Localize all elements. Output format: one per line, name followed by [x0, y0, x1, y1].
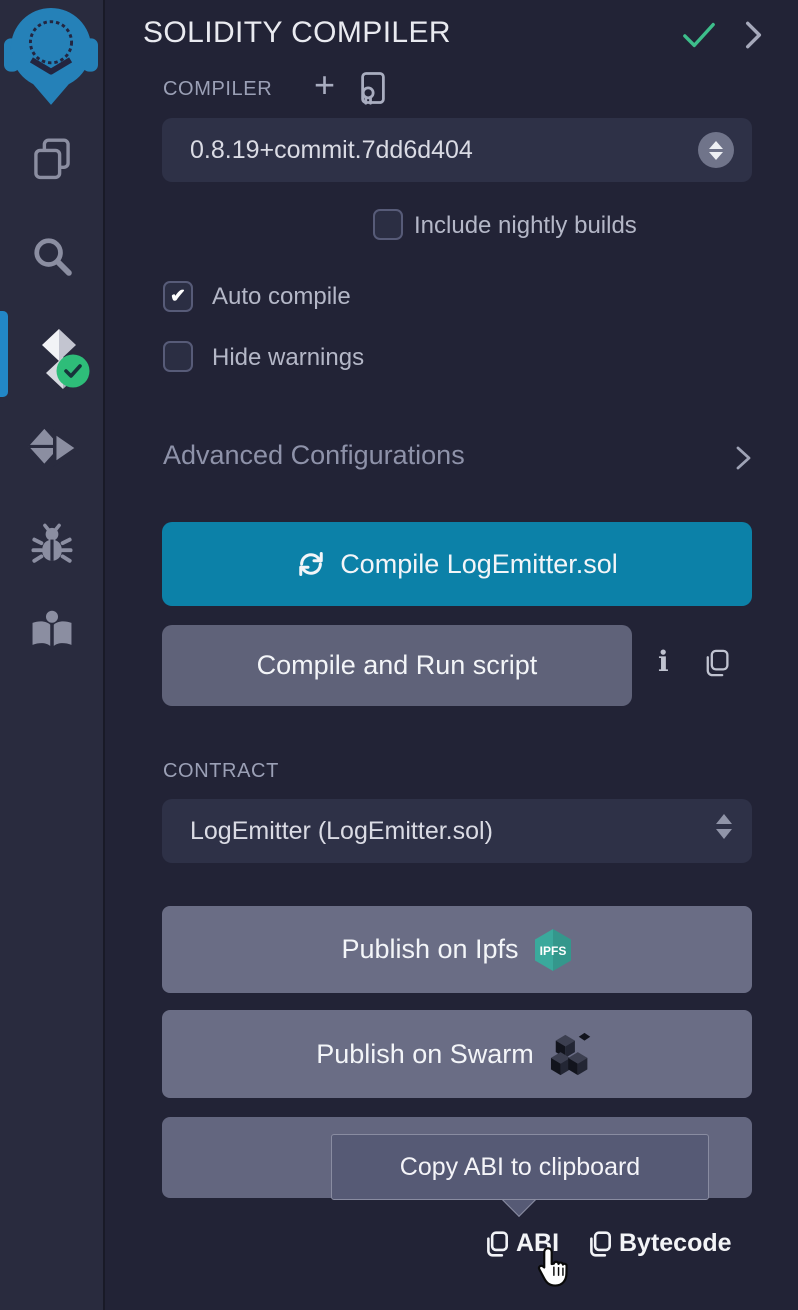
compiler-version-value: 0.8.19+commit.7dd6d404 — [190, 136, 473, 165]
copy-bytecode-button[interactable]: Bytecode — [619, 1229, 732, 1258]
copy-abi-tooltip: Copy ABI to clipboard — [331, 1134, 709, 1200]
add-compiler-icon[interactable]: + — [314, 64, 335, 106]
auto-compile-checkbox[interactable]: ✔ — [163, 281, 193, 312]
publish-ipfs-button[interactable]: Publish on Ipfs IPFS — [162, 906, 752, 993]
page-title: SOLIDITY COMPILER — [143, 16, 451, 50]
compiler-version-select[interactable]: 0.8.19+commit.7dd6d404 — [162, 118, 752, 182]
info-icon[interactable]: i — [658, 645, 669, 678]
search-icon[interactable] — [28, 232, 76, 280]
solidity-compiler-icon[interactable] — [30, 328, 94, 394]
remix-logo-icon[interactable] — [4, 2, 98, 106]
compile-and-run-button[interactable]: Compile and Run script — [162, 625, 632, 706]
publish-swarm-label: Publish on Swarm — [316, 1039, 534, 1070]
hide-warnings-label[interactable]: Hide warnings — [212, 344, 364, 372]
ipfs-badge-icon: IPFS — [533, 928, 573, 972]
license-file-icon[interactable] — [356, 70, 390, 106]
auto-compile-label[interactable]: Auto compile — [212, 283, 351, 311]
compile-success-badge-icon — [56, 354, 90, 388]
hand-pointer-cursor — [534, 1246, 572, 1290]
active-plugin-indicator — [0, 311, 8, 397]
advanced-configurations-label[interactable]: Advanced Configurations — [163, 440, 465, 471]
contract-select[interactable]: LogEmitter (LogEmitter.sol) — [162, 799, 752, 863]
publish-swarm-button[interactable]: Publish on Swarm — [162, 1010, 752, 1098]
copy-bytecode-icon[interactable] — [587, 1230, 613, 1258]
hide-warnings-checkbox[interactable] — [163, 341, 193, 372]
refresh-icon — [296, 549, 326, 579]
contract-section-label: CONTRACT — [163, 760, 279, 783]
deploy-run-icon[interactable] — [26, 424, 80, 472]
svg-text:IPFS: IPFS — [539, 944, 566, 958]
publish-ipfs-label: Publish on Ipfs — [341, 934, 518, 965]
advanced-expand-chevron-icon[interactable] — [733, 445, 753, 471]
contract-select-value: LogEmitter (LogEmitter.sol) — [190, 817, 493, 846]
swarm-cubes-icon — [548, 1031, 598, 1077]
version-select-updown-icon — [698, 132, 734, 168]
compile-status-check-icon — [682, 20, 716, 50]
include-nightly-label[interactable]: Include nightly builds — [414, 212, 637, 240]
compile-button[interactable]: Compile LogEmitter.sol — [162, 522, 752, 606]
compile-button-label: Compile LogEmitter.sol — [340, 549, 618, 580]
contract-select-updown-icon — [716, 814, 732, 839]
tooltip-text: Copy ABI to clipboard — [400, 1153, 640, 1182]
compiler-section-label: COMPILER — [163, 78, 272, 101]
file-explorer-icon[interactable] — [28, 134, 76, 182]
icon-sidebar — [0, 0, 105, 1310]
include-nightly-checkbox[interactable] — [373, 209, 403, 240]
checkmark-glyph: ✔ — [170, 285, 186, 308]
debugger-bug-icon[interactable] — [28, 520, 76, 568]
compile-and-run-label: Compile and Run script — [257, 650, 538, 681]
learn-book-icon[interactable] — [28, 606, 76, 654]
collapse-panel-chevron-icon[interactable] — [740, 18, 766, 52]
copy-abi-icon[interactable] — [484, 1230, 510, 1258]
copy-script-icon[interactable] — [703, 648, 731, 678]
